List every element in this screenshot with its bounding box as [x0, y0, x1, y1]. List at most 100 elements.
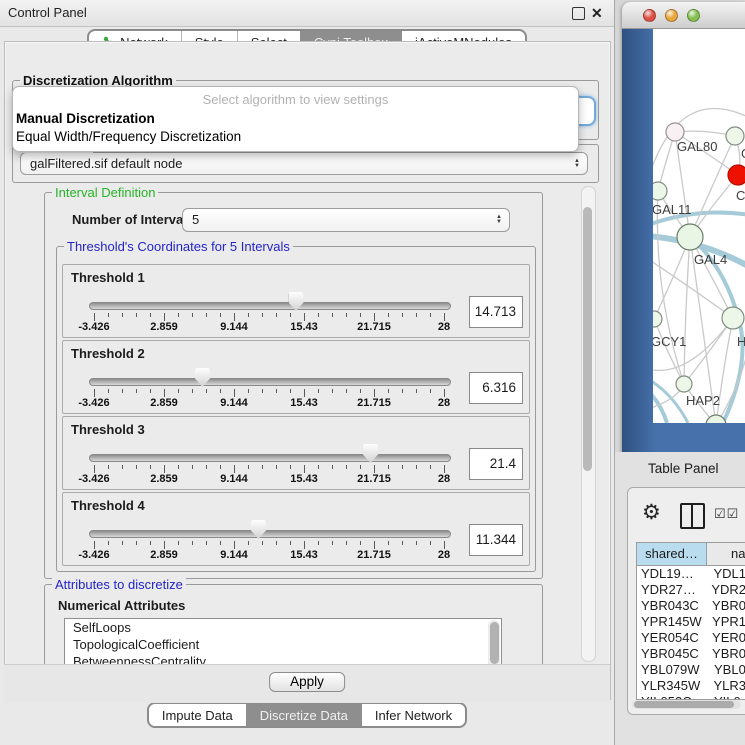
cell-shared-name[interactable]: YDR27…	[637, 582, 704, 598]
attribute-item-selfloops[interactable]: SelfLoops	[65, 619, 501, 636]
tick	[402, 389, 403, 393]
threshold-4-slider-track[interactable]	[89, 530, 451, 538]
tick	[136, 389, 137, 393]
popup-option-manual-discretization[interactable]: Manual Discretization	[16, 111, 155, 126]
close-window-button[interactable]	[643, 9, 656, 22]
node-hap2[interactable]	[676, 376, 692, 392]
tick	[206, 465, 207, 469]
main-scrollbar-track[interactable]	[581, 186, 596, 662]
float-window-icon[interactable]	[572, 7, 585, 20]
threshold-4-value-field[interactable]: 11.344	[469, 524, 523, 556]
bottom-tab-impute-data[interactable]: Impute Data	[149, 704, 246, 726]
cell-name[interactable]: YBR0	[705, 646, 745, 662]
number-of-intervals-combo[interactable]: 5 ▲▼	[182, 208, 510, 232]
combo-stepper-icon: ▲▼	[574, 153, 580, 174]
table-row[interactable]: YDL19…YDL1	[637, 566, 745, 582]
tick-label: 21.715	[346, 397, 402, 409]
table-row[interactable]: YDR27…YDR2	[637, 582, 745, 598]
tick	[220, 541, 221, 545]
tick-label: 2.859	[136, 321, 192, 333]
popup-option-equal-width-frequency[interactable]: Equal Width/Frequency Discretization	[16, 129, 241, 144]
bottom-tab-infer-network[interactable]: Infer Network	[361, 704, 465, 726]
tick	[164, 541, 165, 549]
cell-name[interactable]: YLR3	[706, 678, 745, 694]
table-data-combo[interactable]: galFiltered.sif default node ▲▼	[20, 152, 588, 175]
select-columns-icon[interactable]: ☑☑	[714, 506, 739, 522]
panel-title: Control Panel	[8, 5, 87, 20]
threshold-1-value-field[interactable]: 14.713	[469, 296, 523, 328]
algorithm-dropdown-popup: Select algorithm to view settings Manual…	[12, 86, 579, 152]
node-top-right[interactable]	[726, 127, 744, 145]
tick	[276, 313, 277, 317]
cell-name[interactable]: YDL1	[706, 566, 745, 582]
cell-name[interactable]: YBR0	[705, 598, 745, 614]
apply-button[interactable]: Apply	[269, 672, 345, 692]
node-gal11[interactable]	[653, 182, 667, 200]
screen: Control Panel ✕ NetworkStyleSelectCyni T…	[0, 0, 745, 745]
tick	[290, 313, 291, 317]
tick	[416, 541, 417, 545]
tick	[444, 465, 445, 473]
main-scrollbar-thumb[interactable]	[583, 207, 592, 471]
cell-shared-name[interactable]: YLR345W	[637, 678, 706, 694]
control-panel: Control Panel ✕ NetworkStyleSelectCyni T…	[0, 0, 615, 745]
cell-shared-name[interactable]: YER054C	[637, 630, 705, 646]
cell-name[interactable]: YBL0	[707, 662, 745, 678]
tick	[388, 389, 389, 393]
network-canvas[interactable]: GAL80GACGAL11GAL4GCY1HHAP2	[653, 29, 745, 423]
tick	[178, 313, 179, 317]
tick-label: 9.144	[206, 397, 262, 409]
tick	[150, 389, 151, 393]
threshold-3-value-field[interactable]: 21.4	[469, 448, 523, 480]
table-row[interactable]: YPR145WYPR1	[637, 614, 745, 630]
cell-shared-name[interactable]: YBR043C	[637, 598, 705, 614]
threshold-3-box: Threshold 3-3.4262.8599.14415.4321.71528…	[62, 416, 530, 490]
tick	[402, 465, 403, 469]
tick	[290, 389, 291, 393]
column-header-shared-name[interactable]: shared…	[637, 543, 707, 565]
zoom-window-button[interactable]	[687, 9, 700, 22]
tick	[304, 313, 305, 321]
cell-name[interactable]: YER0	[705, 630, 745, 646]
node-table[interactable]: shared… na YDL19…YDL1YDR27…YDR2YBR043CYB…	[636, 542, 745, 700]
tick	[220, 389, 221, 393]
column-header-name[interactable]: na	[707, 543, 745, 565]
split-view-icon[interactable]	[680, 503, 705, 529]
attribute-item-topologicalcoefficient[interactable]: TopologicalCoefficient	[65, 636, 501, 653]
node-gcy1[interactable]	[653, 311, 662, 327]
table-panel-title: Table Panel	[648, 461, 719, 476]
cell-shared-name[interactable]: YBL079W	[637, 662, 707, 678]
table-row[interactable]: YLR345WYLR3	[637, 678, 745, 694]
node-red-node[interactable]	[728, 165, 745, 185]
tick	[262, 465, 263, 469]
table-row[interactable]: YBR043CYBR0	[637, 598, 745, 614]
close-panel-icon[interactable]: ✕	[591, 5, 603, 22]
tick	[332, 313, 333, 317]
threshold-3-slider-track[interactable]	[89, 454, 451, 462]
node-h-node[interactable]	[722, 307, 744, 329]
cell-shared-name[interactable]: YDL19…	[637, 566, 706, 582]
threshold-1-slider-track[interactable]	[89, 302, 451, 310]
threshold-2-slider-track[interactable]	[89, 378, 451, 386]
cell-name[interactable]: YDR2	[704, 582, 745, 598]
minimize-window-button[interactable]	[665, 9, 678, 22]
tick-label: 21.715	[346, 549, 402, 561]
tick	[290, 465, 291, 469]
cell-shared-name[interactable]: YBR045C	[637, 646, 705, 662]
cell-shared-name[interactable]: YPR145W	[637, 614, 705, 630]
tick	[178, 465, 179, 469]
node-gal4[interactable]	[677, 224, 703, 250]
table-row[interactable]: YBL079WYBL0	[637, 662, 745, 678]
bottom-tab-discretize-data[interactable]: Discretize Data	[246, 704, 361, 726]
list-scrollbar-thumb[interactable]	[490, 622, 499, 664]
threshold-1-label: Threshold 1	[71, 270, 145, 285]
gear-icon[interactable]: ⚙	[642, 500, 661, 525]
table-row[interactable]: YER054CYER0	[637, 630, 745, 646]
threshold-2-value-field[interactable]: 6.316	[469, 372, 523, 404]
tick	[122, 541, 123, 545]
table-hscrollbar-track[interactable]	[632, 700, 741, 709]
table-hscrollbar-thumb[interactable]	[634, 701, 734, 708]
tick	[248, 541, 249, 545]
table-row[interactable]: YBR045CYBR0	[637, 646, 745, 662]
cell-name[interactable]: YPR1	[705, 614, 745, 630]
